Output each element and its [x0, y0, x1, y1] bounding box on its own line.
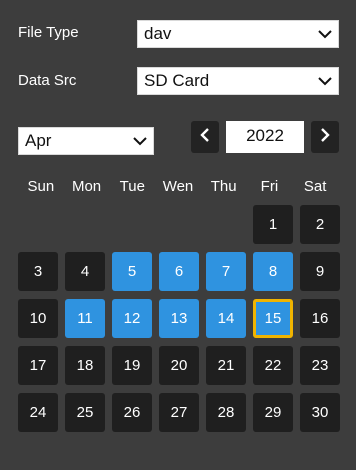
chevron-right-icon [320, 127, 330, 147]
month-value: Apr [25, 131, 52, 150]
calendar-day[interactable]: 12 [112, 299, 152, 338]
calendar-day[interactable]: 27 [159, 393, 199, 432]
chevron-down-icon [318, 28, 332, 40]
calendar-blank-cell [18, 205, 58, 244]
calendar-day[interactable]: 24 [18, 393, 58, 432]
calendar-day[interactable]: 6 [159, 252, 199, 291]
calendar-day[interactable]: 28 [206, 393, 246, 432]
file-type-select[interactable]: dav [137, 20, 339, 48]
weekday-label: Fri [260, 178, 279, 195]
chevron-left-icon [200, 127, 210, 147]
calendar-day[interactable]: 2 [300, 205, 340, 244]
file-type-label: File Type [18, 24, 79, 41]
calendar-day[interactable]: 25 [65, 393, 105, 432]
calendar-day-grid: 1 2 3 4 5 6 7 8 9 10 11 12 13 14 15 16 17 18 19 20 21 22 23 24 2… [18, 205, 340, 432]
calendar-day[interactable]: 16 [300, 299, 340, 338]
weekday-label: Sat [303, 178, 327, 195]
data-src-label: Data Src [18, 72, 77, 89]
calendar-day[interactable]: 8 [253, 252, 293, 291]
year-display[interactable]: 2022 [226, 121, 304, 153]
calendar-day[interactable]: 20 [159, 346, 199, 385]
calendar-day[interactable]: 30 [300, 393, 340, 432]
calendar-day[interactable]: 13 [159, 299, 199, 338]
chevron-down-icon [318, 75, 332, 87]
prev-year-button[interactable] [191, 121, 219, 153]
calendar-day[interactable]: 19 [112, 346, 152, 385]
weekday-label: Wen [162, 178, 194, 195]
calendar-day[interactable]: 3 [18, 252, 58, 291]
calendar-blank-cell [65, 205, 105, 244]
month-select[interactable]: Apr [18, 127, 154, 155]
calendar-blank-cell [206, 205, 246, 244]
calendar-day[interactable]: 9 [300, 252, 340, 291]
calendar-day[interactable]: 21 [206, 346, 246, 385]
calendar-day[interactable]: 26 [112, 393, 152, 432]
calendar-blank-cell [112, 205, 152, 244]
calendar-day[interactable]: 23 [300, 346, 340, 385]
calendar-day[interactable]: 4 [65, 252, 105, 291]
weekday-label: Sun [27, 178, 55, 195]
calendar-day[interactable]: 29 [253, 393, 293, 432]
data-src-select[interactable]: SD Card [137, 67, 339, 95]
calendar-day[interactable]: 18 [65, 346, 105, 385]
calendar-day[interactable]: 10 [18, 299, 58, 338]
weekday-label: Mon [71, 178, 102, 195]
weekday-label: Tue [119, 178, 145, 195]
weekday-header: Sun Mon Tue Wen Thu Fri Sat [18, 178, 338, 195]
file-type-value: dav [144, 24, 172, 43]
calendar-day[interactable]: 5 [112, 252, 152, 291]
chevron-down-icon [133, 135, 147, 147]
calendar-day[interactable]: 22 [253, 346, 293, 385]
playback-search-panel: File Type dav Data Src SD Card Apr 2022 … [0, 0, 356, 470]
calendar-day[interactable]: 17 [18, 346, 58, 385]
calendar-blank-cell [159, 205, 199, 244]
calendar-day[interactable]: 11 [65, 299, 105, 338]
data-src-value: SD Card [144, 71, 210, 90]
calendar-day[interactable]: 7 [206, 252, 246, 291]
next-year-button[interactable] [311, 121, 339, 153]
calendar-day[interactable]: 14 [206, 299, 246, 338]
calendar-day-today[interactable]: 15 [253, 299, 293, 338]
weekday-label: Thu [210, 178, 237, 195]
calendar-day[interactable]: 1 [253, 205, 293, 244]
